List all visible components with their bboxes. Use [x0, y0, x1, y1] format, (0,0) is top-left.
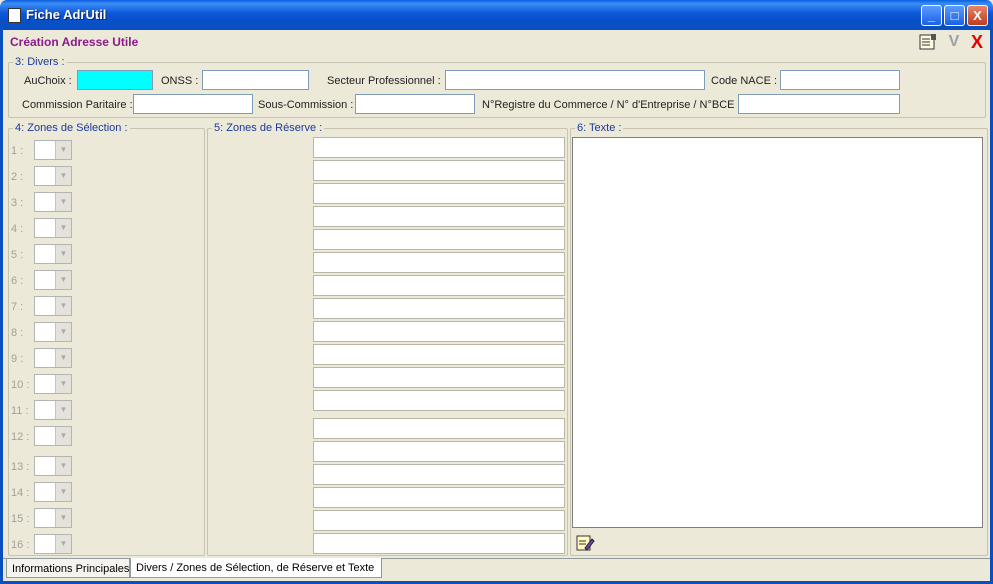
selection-number: 1 :: [11, 145, 24, 157]
selection-combo[interactable]: ▼: [34, 218, 72, 238]
chevron-down-icon[interactable]: ▼: [55, 535, 71, 553]
reserve-legend: 5: Zones de Réserve :: [212, 122, 325, 134]
auchoix-label: AuChoix :: [24, 75, 72, 87]
chevron-down-icon[interactable]: ▼: [55, 219, 71, 237]
selection-combo[interactable]: ▼: [34, 166, 72, 186]
reserve-input[interactable]: [313, 275, 565, 296]
pencil-note-icon[interactable]: [575, 533, 595, 553]
reserve-input[interactable]: [313, 344, 565, 365]
reserve-input[interactable]: [313, 321, 565, 342]
commission-label: Commission Paritaire :: [22, 99, 133, 111]
chevron-down-icon[interactable]: ▼: [55, 245, 71, 263]
onss-input[interactable]: [202, 70, 309, 90]
auchoix-input[interactable]: [77, 70, 153, 90]
selection-combo[interactable]: ▼: [34, 400, 72, 420]
reserve-input[interactable]: [313, 137, 565, 158]
selection-number: 2 :: [11, 171, 24, 183]
onss-label: ONSS :: [161, 75, 199, 87]
selection-number: 16 :: [11, 539, 30, 551]
maximize-button[interactable]: □: [944, 5, 965, 26]
chevron-down-icon[interactable]: ▼: [55, 297, 71, 315]
selection-number: 5 :: [11, 249, 24, 261]
selection-number: 6 :: [11, 275, 24, 287]
selection-number: 10 :: [11, 379, 30, 391]
selection-combo[interactable]: ▼: [34, 140, 72, 160]
chevron-down-icon[interactable]: ▼: [55, 141, 71, 159]
reserve-input[interactable]: [313, 533, 565, 554]
validate-button[interactable]: V: [944, 32, 964, 52]
selection-combo[interactable]: ▼: [34, 534, 72, 554]
selection-number: 3 :: [11, 197, 24, 209]
commission-input[interactable]: [133, 94, 253, 114]
tab-divers[interactable]: Divers / Zones de Sélection, de Réserve …: [130, 558, 382, 578]
selection-combo[interactable]: ▼: [34, 192, 72, 212]
texte-legend: 6: Texte :: [575, 122, 624, 134]
selection-number: 11 :: [11, 405, 29, 417]
selection-number: 7 :: [11, 301, 24, 313]
minimize-button[interactable]: _: [921, 5, 942, 26]
selection-combo[interactable]: ▼: [34, 508, 72, 528]
selection-combo[interactable]: ▼: [34, 322, 72, 342]
selection-combo[interactable]: ▼: [34, 374, 72, 394]
window-title: Fiche AdrUtil: [26, 7, 107, 22]
selection-number: 15 :: [11, 513, 30, 525]
chevron-down-icon[interactable]: ▼: [55, 375, 71, 393]
selection-number: 13 :: [11, 461, 30, 473]
selection-combo[interactable]: ▼: [34, 426, 72, 446]
form-title: Création Adresse Utile: [10, 35, 139, 49]
chevron-down-icon[interactable]: ▼: [55, 271, 71, 289]
reserve-input[interactable]: [313, 418, 565, 439]
reserve-input[interactable]: [313, 367, 565, 388]
selection-combo[interactable]: ▼: [34, 482, 72, 502]
chevron-down-icon[interactable]: ▼: [55, 427, 71, 445]
selection-combo[interactable]: ▼: [34, 456, 72, 476]
note-icon[interactable]: [918, 32, 938, 52]
selection-legend: 4: Zones de Sélection :: [13, 122, 130, 134]
chevron-down-icon[interactable]: ▼: [55, 483, 71, 501]
title-bar[interactable]: [0, 0, 993, 30]
divers-legend: 3: Divers :: [13, 56, 67, 68]
nace-input[interactable]: [780, 70, 900, 90]
selection-number: 4 :: [11, 223, 24, 235]
chevron-down-icon[interactable]: ▼: [55, 349, 71, 367]
reserve-input[interactable]: [313, 229, 565, 250]
registre-input[interactable]: [738, 94, 900, 114]
chevron-down-icon[interactable]: ▼: [55, 457, 71, 475]
secteur-input[interactable]: [445, 70, 705, 90]
chevron-down-icon[interactable]: ▼: [55, 323, 71, 341]
reserve-input[interactable]: [313, 160, 565, 181]
chevron-down-icon[interactable]: ▼: [55, 193, 71, 211]
reserve-input[interactable]: [313, 487, 565, 508]
reserve-input[interactable]: [313, 510, 565, 531]
registre-label: N°Registre du Commerce / N° d'Entreprise…: [482, 99, 741, 111]
selection-combo[interactable]: ▼: [34, 296, 72, 316]
selection-number: 9 :: [11, 353, 24, 365]
chevron-down-icon[interactable]: ▼: [55, 509, 71, 527]
selection-combo[interactable]: ▼: [34, 244, 72, 264]
nace-label: Code NACE :: [711, 75, 778, 87]
chevron-down-icon[interactable]: ▼: [55, 401, 71, 419]
close-button[interactable]: X: [967, 5, 988, 26]
selection-combo[interactable]: ▼: [34, 270, 72, 290]
reserve-input[interactable]: [313, 464, 565, 485]
souscommission-label: Sous-Commission :: [258, 99, 354, 111]
reserve-input[interactable]: [313, 298, 565, 319]
texte-textarea[interactable]: [572, 137, 983, 528]
reserve-input[interactable]: [313, 206, 565, 227]
selection-number: 14 :: [11, 487, 30, 499]
document-icon: [8, 8, 21, 23]
selection-number: 8 :: [11, 327, 24, 339]
reserve-input[interactable]: [313, 441, 565, 462]
selection-combo[interactable]: ▼: [34, 348, 72, 368]
tab-informations-principales[interactable]: Informations Principales: [6, 558, 130, 578]
souscommission-input[interactable]: [355, 94, 475, 114]
reserve-input[interactable]: [313, 183, 565, 204]
reserve-input[interactable]: [313, 390, 565, 411]
chevron-down-icon[interactable]: ▼: [55, 167, 71, 185]
reserve-input[interactable]: [313, 252, 565, 273]
secteur-label: Secteur Professionnel :: [327, 75, 441, 87]
selection-number: 12 :: [11, 431, 30, 443]
cancel-button[interactable]: X: [967, 32, 987, 52]
